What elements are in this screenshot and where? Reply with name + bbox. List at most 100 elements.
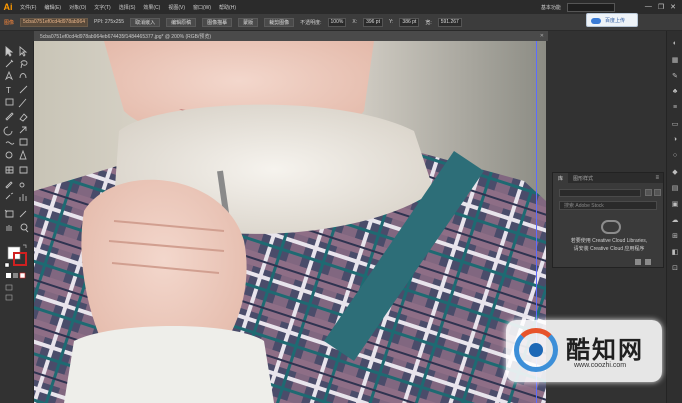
close-icon[interactable]: ✕ xyxy=(670,3,676,11)
pen-tool-icon xyxy=(4,70,14,81)
gradient-mode-button xyxy=(13,273,18,278)
curvature-tool-icon xyxy=(19,73,27,79)
width-tool-icon xyxy=(5,141,15,145)
free-transform-icon xyxy=(19,138,28,146)
control-bar: 图像 5cba0751ef0cd4d978ab964 PPI: 275x255 … xyxy=(0,14,682,31)
layers-panel-icon[interactable]: ▤ xyxy=(670,183,680,192)
menu-file[interactable]: 文件(F) xyxy=(16,4,40,11)
workspace-switcher[interactable]: 基本功能 xyxy=(541,4,561,11)
artboard-tool-icon xyxy=(4,209,14,218)
perspective-grid-icon xyxy=(19,149,27,160)
ppi-readout: PPI: 275x255 xyxy=(94,19,125,25)
column-graph-icon xyxy=(19,194,27,201)
pathfinder-panel-icon[interactable]: ◧ xyxy=(670,247,680,256)
linked-file-name[interactable]: 5cba0751ef0cd4d978ab964 xyxy=(20,17,89,27)
align-panel-icon[interactable]: ⊞ xyxy=(670,231,680,240)
lasso-icon xyxy=(20,60,28,69)
edit-original-button[interactable]: 编辑原稿 xyxy=(166,17,197,27)
menu-object[interactable]: 对象(O) xyxy=(65,4,90,11)
stock-search-input[interactable]: 搜索 Adobe Stock xyxy=(559,201,657,210)
draw-mode-button xyxy=(5,284,13,291)
eyedropper-icon xyxy=(5,181,13,189)
window-controls: — ❐ ✕ xyxy=(645,3,676,11)
placed-photo xyxy=(34,41,546,403)
maximize-icon[interactable]: ❐ xyxy=(658,3,664,11)
blend-tool-icon xyxy=(19,182,25,188)
creative-cloud-icon xyxy=(599,217,621,234)
selection-tool-icon xyxy=(5,46,14,57)
symbols-panel-icon[interactable]: ♣ xyxy=(670,87,680,96)
brushes-panel-icon[interactable]: ✎ xyxy=(670,71,680,80)
x-position-field[interactable]: 396 pt xyxy=(363,17,383,27)
artboard-canvas[interactable] xyxy=(34,41,546,403)
transparency-panel-icon[interactable]: ◑ xyxy=(670,135,680,144)
y-label: Y: xyxy=(388,19,394,25)
menu-view[interactable]: 视图(V) xyxy=(164,4,189,11)
list-view-icon[interactable] xyxy=(654,189,661,196)
libraries-panel-icon[interactable]: ☁ xyxy=(670,215,680,224)
cloud-icon xyxy=(590,16,602,25)
y-position-field[interactable]: 386 pt xyxy=(399,17,420,27)
watermark-brand: 酷知网 xyxy=(566,336,644,364)
scale-tool-icon xyxy=(19,126,27,134)
tab-libraries[interactable]: 库 xyxy=(553,173,569,183)
add-asset-icon[interactable] xyxy=(635,259,641,265)
symbol-sprayer-icon xyxy=(5,192,14,200)
selection-type-label: 图像 xyxy=(4,19,15,26)
tool-icons: T xyxy=(3,46,29,301)
image-trace-button[interactable]: 图像描摹 xyxy=(202,17,233,27)
stroke-panel-icon[interactable]: ≡ xyxy=(670,103,680,112)
slice-tool-icon xyxy=(19,210,27,218)
menu-edit[interactable]: 编辑(E) xyxy=(40,4,65,11)
baidu-upload-popup[interactable]: 百度上传 xyxy=(586,13,638,27)
panel-footer xyxy=(635,259,651,265)
none-mode-button xyxy=(19,272,26,279)
opacity-field[interactable]: 100% xyxy=(327,17,347,27)
help-search-input[interactable] xyxy=(566,2,615,12)
menu-help[interactable]: 帮助(H) xyxy=(215,4,240,11)
tools-panel: T xyxy=(0,41,34,403)
tab-graphic-styles[interactable]: 图形样式 xyxy=(568,173,598,183)
unembed-button[interactable]: 取消嵌入 xyxy=(130,17,161,27)
menu-window[interactable]: 窗口(W) xyxy=(189,4,215,11)
grid-view-icon[interactable] xyxy=(645,189,652,196)
menu-select[interactable]: 选择(S) xyxy=(115,4,140,11)
gradient-tool-icon xyxy=(19,166,28,174)
illustrator-window: Ai 文件(F) 编辑(E) 对象(O) 文字(T) 选择(S) 效果(C) 视… xyxy=(0,0,682,403)
upload-label: 百度上传 xyxy=(605,17,626,24)
panel-menu-icon[interactable]: ≡ xyxy=(655,175,659,181)
mesh-tool-icon xyxy=(5,166,14,174)
zoom-tool-icon xyxy=(20,223,29,233)
delete-asset-icon[interactable] xyxy=(645,259,651,265)
x-label: X: xyxy=(352,19,358,25)
app-logo: Ai xyxy=(3,2,13,12)
sleeve-cuff xyxy=(64,326,274,403)
artboards-panel-icon[interactable]: ▣ xyxy=(670,199,680,208)
appearance-panel-icon[interactable]: ○ xyxy=(670,151,680,160)
crop-image-button[interactable]: 裁剪图像 xyxy=(264,17,295,27)
install-message-line2: 请安装 Creative Cloud 应用程序 xyxy=(573,246,645,252)
width-field[interactable]: 591.267 xyxy=(437,17,462,27)
menu-type[interactable]: 文字(T) xyxy=(90,4,114,11)
gradient-panel-icon[interactable]: ▭ xyxy=(670,119,680,128)
panel-tab-strip: 库 图形样式 ≡ xyxy=(553,173,663,183)
pencil-icon xyxy=(5,112,14,121)
rotate-tool-icon xyxy=(3,126,13,136)
menu-bar: Ai 文件(F) 编辑(E) 对象(O) 文字(T) 选择(S) 效果(C) 视… xyxy=(0,0,682,14)
mask-button[interactable]: 蒙版 xyxy=(238,17,259,27)
color-panel-icon[interactable]: ◐ xyxy=(670,39,680,48)
transform-panel-icon[interactable]: ⊡ xyxy=(670,263,680,272)
opacity-label: 不透明度: xyxy=(300,19,322,26)
screen-mode-button xyxy=(5,294,13,301)
site-watermark: 酷知网 www.coozhi.com xyxy=(506,320,662,382)
swatches-panel-icon[interactable]: ▦ xyxy=(670,55,680,64)
view-toggle xyxy=(645,189,661,196)
eraser-icon xyxy=(19,113,28,122)
close-document-icon[interactable]: ✕ xyxy=(540,33,544,39)
library-select[interactable] xyxy=(559,189,641,197)
menu-effect[interactable]: 效果(C) xyxy=(139,4,164,11)
coozhi-logo-icon xyxy=(514,328,558,372)
document-tab[interactable]: 5cba0751ef0cd4d978ab964eb674435f14844653… xyxy=(34,31,548,41)
graphic-styles-panel-icon[interactable]: ◆ xyxy=(670,167,680,176)
minimize-icon[interactable]: — xyxy=(645,3,652,11)
